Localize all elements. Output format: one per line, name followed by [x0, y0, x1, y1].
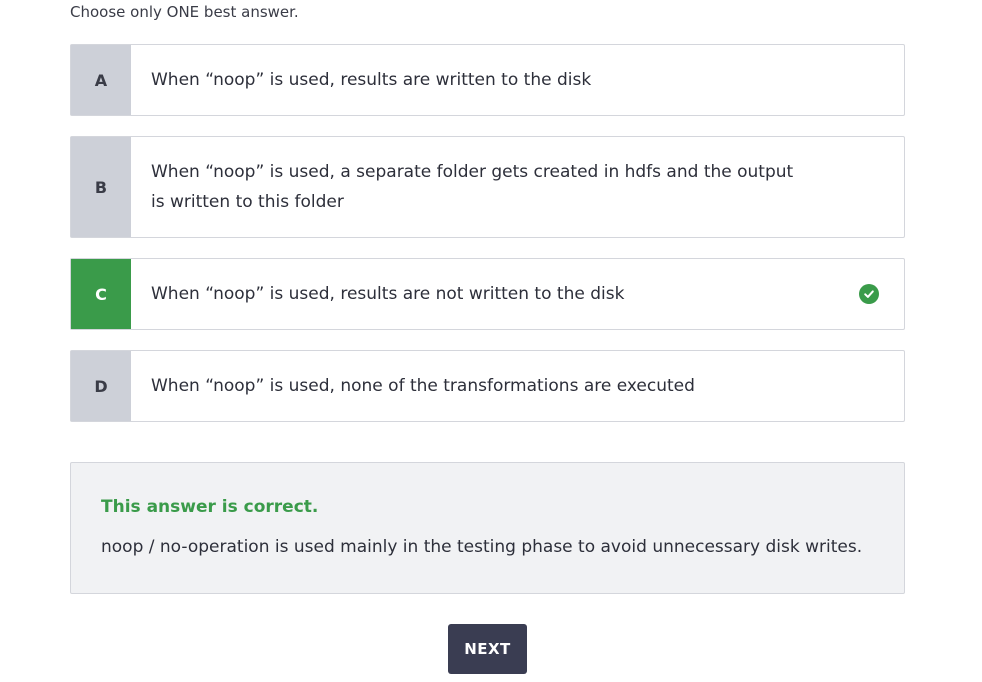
answer-option-c[interactable]: C When “noop” is used, results are not w…: [70, 258, 905, 330]
option-text: When “noop” is used, none of the transfo…: [151, 376, 695, 396]
feedback-explanation: noop / no-operation is used mainly in th…: [101, 537, 863, 557]
option-text: When “noop” is used, results are written…: [151, 70, 592, 90]
check-circle-icon: [859, 284, 879, 304]
answer-option-d[interactable]: D When “noop” is used, none of the trans…: [70, 350, 905, 422]
answer-option-b[interactable]: B When “noop” is used, a separate folder…: [70, 136, 905, 238]
option-letter: A: [71, 45, 131, 115]
next-button[interactable]: NEXT: [448, 624, 527, 674]
option-text: When “noop” is used, results are not wri…: [151, 284, 625, 304]
answer-option-a[interactable]: A When “noop” is used, results are writt…: [70, 44, 905, 116]
feedback-panel: This answer is correct. noop / no-operat…: [70, 462, 905, 594]
option-text: When “noop” is used, a separate folder g…: [151, 162, 794, 212]
feedback-verdict: This answer is correct.: [101, 497, 319, 517]
option-letter: B: [71, 137, 131, 237]
option-letter: D: [71, 351, 131, 421]
instruction-text: Choose only ONE best answer.: [70, 3, 299, 21]
option-letter: C: [71, 259, 131, 329]
quiz-page: Choose only ONE best answer. A When “noo…: [0, 0, 982, 682]
